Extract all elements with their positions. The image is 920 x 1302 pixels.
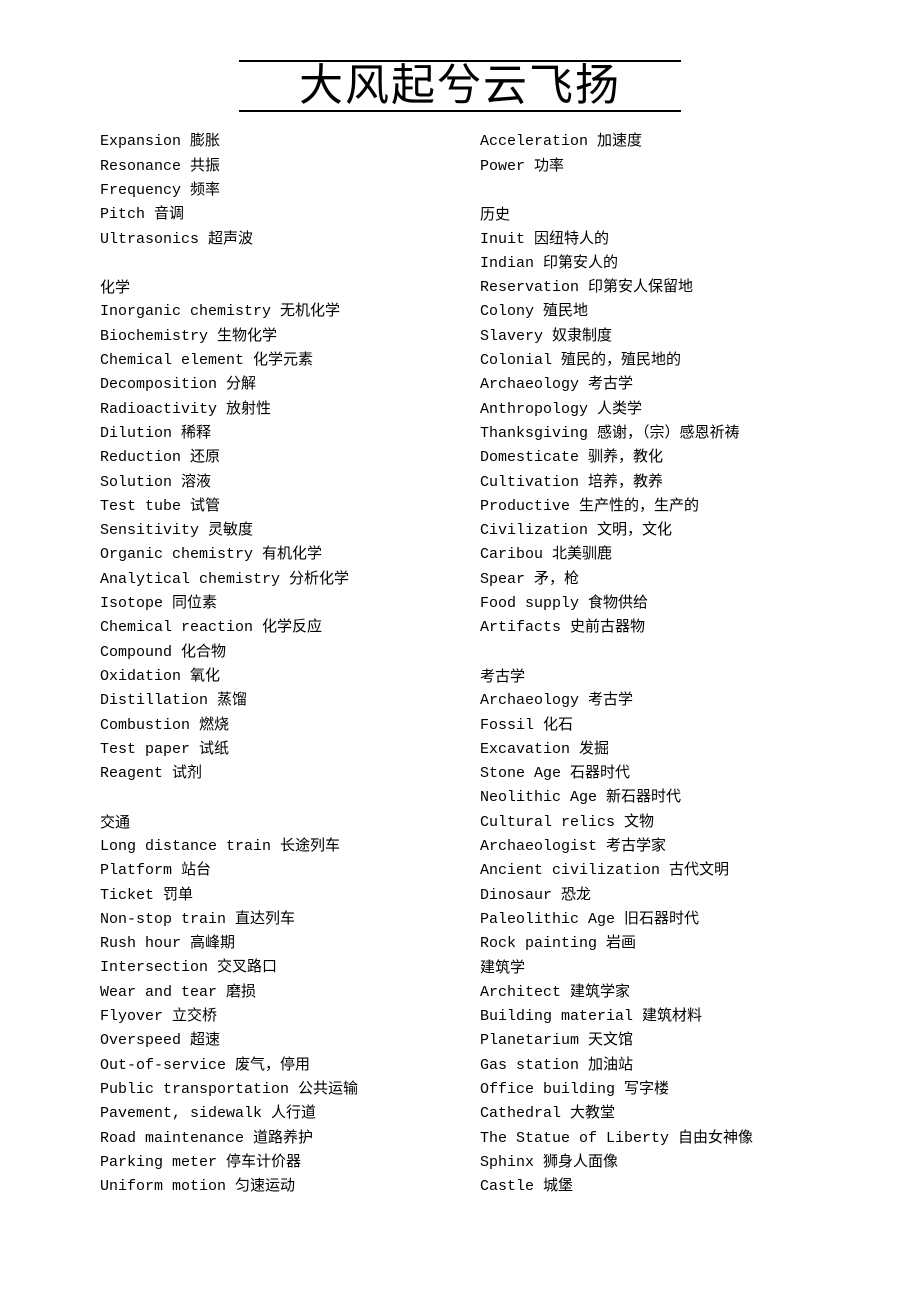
vocab-entry: Radioactivity 放射性 <box>100 398 440 422</box>
vocab-entry: Inorganic chemistry 无机化学 <box>100 300 440 324</box>
section-heading: 交通 <box>100 811 440 835</box>
vocab-entry: Compound 化合物 <box>100 641 440 665</box>
vocab-entry: Archaeology 考古学 <box>480 689 820 713</box>
vocab-entry: Indian 印第安人的 <box>480 252 820 276</box>
vocab-entry: Productive 生产性的，生产的 <box>480 495 820 519</box>
vocab-entry: Isotope 同位素 <box>100 592 440 616</box>
vocab-entry: Architect 建筑学家 <box>480 981 820 1005</box>
vocab-entry: Analytical chemistry 分析化学 <box>100 568 440 592</box>
vocab-entry: Combustion 燃烧 <box>100 714 440 738</box>
vocab-entry: Parking meter 停车计价器 <box>100 1151 440 1175</box>
vocab-entry: Reduction 还原 <box>100 446 440 470</box>
blank-line <box>100 252 440 276</box>
vocab-entry: Sensitivity 灵敏度 <box>100 519 440 543</box>
vocab-entry: The Statue of Liberty 自由女神像 <box>480 1127 820 1151</box>
blank-line <box>480 641 820 665</box>
vocab-entry: Office building 写字楼 <box>480 1078 820 1102</box>
vocab-entry: Biochemistry 生物化学 <box>100 325 440 349</box>
vocab-entry: Platform 站台 <box>100 859 440 883</box>
vocab-entry: Pitch 音调 <box>100 203 440 227</box>
vocab-entry: Colony 殖民地 <box>480 300 820 324</box>
vocab-entry: Stone Age 石器时代 <box>480 762 820 786</box>
vocab-entry: Oxidation 氧化 <box>100 665 440 689</box>
vocab-entry: Paleolithic Age 旧石器时代 <box>480 908 820 932</box>
vocab-entry: Fossil 化石 <box>480 714 820 738</box>
vocab-entry: Rock painting 岩画 <box>480 932 820 956</box>
vocab-entry: Test paper 试纸 <box>100 738 440 762</box>
vocab-entry: Inuit 因纽特人的 <box>480 228 820 252</box>
vocab-entry: Reservation 印第安人保留地 <box>480 276 820 300</box>
vocab-entry: Uniform motion 匀速运动 <box>100 1175 440 1199</box>
vocab-entry: Domesticate 驯养，教化 <box>480 446 820 470</box>
vocab-entry: Non-stop train 直达列车 <box>100 908 440 932</box>
vocab-entry: Rush hour 高峰期 <box>100 932 440 956</box>
vocab-entry: Chemical element 化学元素 <box>100 349 440 373</box>
vocab-entry: Cultivation 培养，教养 <box>480 471 820 495</box>
page-title: 大风起兮云飞扬 <box>239 60 681 112</box>
vocab-entry: Civilization 文明，文化 <box>480 519 820 543</box>
vocab-entry: Long distance train 长途列车 <box>100 835 440 859</box>
vocab-entry: Spear 矛，枪 <box>480 568 820 592</box>
two-column-layout: Expansion 膨胀Resonance 共振Frequency 频率Pitc… <box>100 130 820 1199</box>
vocab-entry: Building material 建筑材料 <box>480 1005 820 1029</box>
section-heading: 考古学 <box>480 665 820 689</box>
vocab-entry: Flyover 立交桥 <box>100 1005 440 1029</box>
vocab-entry: Organic chemistry 有机化学 <box>100 543 440 567</box>
vocab-entry: Test tube 试管 <box>100 495 440 519</box>
vocab-entry: Frequency 频率 <box>100 179 440 203</box>
left-column: Expansion 膨胀Resonance 共振Frequency 频率Pitc… <box>100 130 440 1199</box>
section-heading: 化学 <box>100 276 440 300</box>
blank-line <box>100 786 440 810</box>
vocab-entry: Wear and tear 磨损 <box>100 981 440 1005</box>
vocab-entry: Archaeology 考古学 <box>480 373 820 397</box>
vocab-entry: Expansion 膨胀 <box>100 130 440 154</box>
vocab-entry: Artifacts 史前古器物 <box>480 616 820 640</box>
vocab-entry: Public transportation 公共运输 <box>100 1078 440 1102</box>
vocab-entry: Resonance 共振 <box>100 155 440 179</box>
vocab-entry: Distillation 蒸馏 <box>100 689 440 713</box>
vocab-entry: Intersection 交叉路口 <box>100 956 440 980</box>
vocab-entry: Pavement, sidewalk 人行道 <box>100 1102 440 1126</box>
document-page: 大风起兮云飞扬 Expansion 膨胀Resonance 共振Frequenc… <box>0 0 920 1239</box>
vocab-entry: Reagent 试剂 <box>100 762 440 786</box>
vocab-entry: Dilution 稀释 <box>100 422 440 446</box>
vocab-entry: Anthropology 人类学 <box>480 398 820 422</box>
vocab-entry: Road maintenance 道路养护 <box>100 1127 440 1151</box>
vocab-entry: Neolithic Age 新石器时代 <box>480 786 820 810</box>
vocab-entry: Ancient civilization 古代文明 <box>480 859 820 883</box>
right-column: Acceleration 加速度Power 功率历史Inuit 因纽特人的Ind… <box>480 130 820 1199</box>
vocab-entry: Acceleration 加速度 <box>480 130 820 154</box>
vocab-entry: Thanksgiving 感谢，（宗）感恩祈祷 <box>480 422 820 446</box>
title-wrap: 大风起兮云飞扬 <box>100 60 820 112</box>
vocab-entry: Cultural relics 文物 <box>480 811 820 835</box>
vocab-entry: Slavery 奴隶制度 <box>480 325 820 349</box>
vocab-entry: Excavation 发掘 <box>480 738 820 762</box>
vocab-entry: Solution 溶液 <box>100 471 440 495</box>
vocab-entry: Decomposition 分解 <box>100 373 440 397</box>
vocab-entry: Sphinx 狮身人面像 <box>480 1151 820 1175</box>
vocab-entry: Colonial 殖民的，殖民地的 <box>480 349 820 373</box>
blank-line <box>480 179 820 203</box>
vocab-entry: Power 功率 <box>480 155 820 179</box>
vocab-entry: Ultrasonics 超声波 <box>100 228 440 252</box>
section-heading: 历史 <box>480 203 820 227</box>
vocab-entry: Chemical reaction 化学反应 <box>100 616 440 640</box>
vocab-entry: Cathedral 大教堂 <box>480 1102 820 1126</box>
vocab-entry: Food supply 食物供给 <box>480 592 820 616</box>
vocab-entry: Overspeed 超速 <box>100 1029 440 1053</box>
vocab-entry: Dinosaur 恐龙 <box>480 884 820 908</box>
vocab-entry: Gas station 加油站 <box>480 1054 820 1078</box>
vocab-entry: Planetarium 天文馆 <box>480 1029 820 1053</box>
vocab-entry: Archaeologist 考古学家 <box>480 835 820 859</box>
vocab-entry: Ticket 罚单 <box>100 884 440 908</box>
section-heading: 建筑学 <box>480 956 820 980</box>
vocab-entry: Out-of-service 废气，停用 <box>100 1054 440 1078</box>
vocab-entry: Castle 城堡 <box>480 1175 820 1199</box>
vocab-entry: Caribou 北美驯鹿 <box>480 543 820 567</box>
